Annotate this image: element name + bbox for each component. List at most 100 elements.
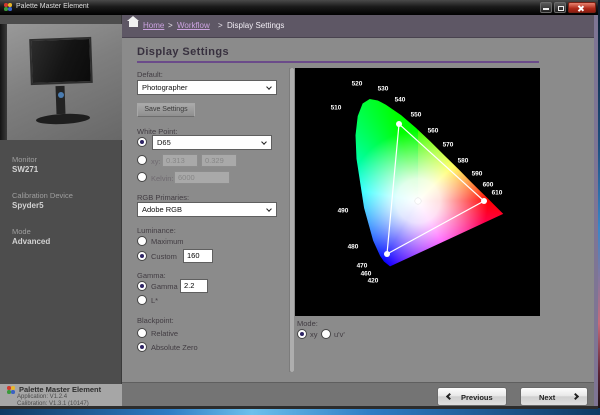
app-icon <box>4 3 12 11</box>
breadcrumb-separator: > <box>218 21 223 30</box>
chevron-down-icon <box>266 206 272 212</box>
d65-radio[interactable] <box>137 137 147 147</box>
wavelength-label: 590 <box>472 171 483 178</box>
monitor-value: SW271 <box>12 165 38 174</box>
wavelength-label: 610 <box>492 190 503 197</box>
xy-mode-label: xy <box>310 330 318 339</box>
rgb-primaries-value: Adobe RGB <box>142 205 182 214</box>
wavelength-label: 420 <box>368 278 379 285</box>
custom-label: Custom <box>151 252 177 261</box>
breadcrumb-home-link[interactable]: Home <box>143 21 164 30</box>
kelvin-value-field: 6000 <box>174 171 230 184</box>
monitor-photo <box>0 24 122 140</box>
maximize-icon <box>558 6 564 11</box>
lstar-radio[interactable] <box>137 295 147 305</box>
wavelength-label: 530 <box>378 86 389 93</box>
close-button[interactable] <box>568 2 596 13</box>
footer-bar: Previous Next <box>122 382 594 406</box>
rgb-primaries-select[interactable]: Adobe RGB <box>137 202 277 217</box>
app-logo-icon <box>7 386 15 394</box>
calibration-device-label: Calibration Device <box>12 191 73 200</box>
kelvin-radio[interactable] <box>137 172 147 182</box>
wavelength-label: 560 <box>428 128 439 135</box>
xy-radio[interactable] <box>137 155 147 165</box>
calibration-device-value: Spyder5 <box>12 201 44 210</box>
gamma-value-field[interactable]: 2.2 <box>180 279 208 293</box>
app-window: Palette Master Element Monitor SW271 Cal… <box>0 0 600 415</box>
wavelength-label: 600 <box>483 182 494 189</box>
maximum-label: Maximum <box>151 237 184 246</box>
about-calibration-version: Calibration: V1.3.1 (10147) <box>17 401 89 407</box>
xy-label: xy: <box>151 157 161 166</box>
about-panel: Palette Master Element Application: V1.2… <box>0 384 122 406</box>
blackpoint-label: Blackpoint: <box>137 316 174 325</box>
chevron-down-icon <box>266 84 272 90</box>
breadcrumb-workflow-link[interactable]: Workflow <box>177 21 210 30</box>
minimize-button[interactable] <box>540 2 552 13</box>
wavelength-label: 580 <box>458 158 469 165</box>
mode-label: Mode <box>12 227 31 236</box>
mode-value: Advanced <box>12 237 50 246</box>
uv-mode-label: u'v' <box>334 330 345 339</box>
lstar-label: L* <box>151 296 158 305</box>
x-value-field: 0.313 <box>162 154 198 167</box>
wavelength-label: 470 <box>357 263 368 270</box>
monitor-screen-graphic <box>29 37 93 85</box>
window-bottom-border <box>0 406 598 409</box>
d65-select-value: D65 <box>157 138 171 147</box>
title-bar: Palette Master Element <box>0 0 598 15</box>
previous-button-label: Previous <box>461 393 493 402</box>
home-icon[interactable] <box>129 21 138 27</box>
about-app-name: Palette Master Element <box>19 385 101 394</box>
uv-mode-radio[interactable] <box>321 329 331 339</box>
maximum-radio[interactable] <box>137 236 147 246</box>
relative-label: Relative <box>151 329 178 338</box>
breadcrumb: Home > Workflow > Display Settings <box>122 15 594 38</box>
page-title: Display Settings <box>137 46 229 58</box>
wavelength-label: 520 <box>352 81 363 88</box>
breadcrumb-current: Display Settings <box>227 21 284 30</box>
wavelength-label: 550 <box>411 112 422 119</box>
gamma-radio[interactable] <box>137 281 147 291</box>
absolute-zero-label: Absolute Zero <box>151 343 198 352</box>
custom-luminance-field[interactable]: 160 <box>183 249 213 263</box>
d65-select[interactable]: D65 <box>152 135 272 150</box>
wavelength-label: 570 <box>443 142 454 149</box>
save-settings-button[interactable]: Save Settings <box>137 103 195 117</box>
chevron-right-icon <box>572 393 579 400</box>
maximize-button[interactable] <box>554 2 566 13</box>
absolute-zero-radio[interactable] <box>137 342 147 352</box>
wavelength-label: 480 <box>348 244 359 251</box>
sidebar: Monitor SW271 Calibration Device Spyder5… <box>0 15 122 406</box>
default-label: Default: <box>137 70 163 79</box>
breadcrumb-separator: > <box>168 21 173 30</box>
next-button-label: Next <box>539 393 555 402</box>
form-scrollbar[interactable] <box>289 68 294 372</box>
scrollbar-thumb[interactable] <box>290 68 294 372</box>
wavelength-label: 460 <box>361 271 372 278</box>
relative-radio[interactable] <box>137 328 147 338</box>
xy-mode-radio[interactable] <box>297 329 307 339</box>
windows-taskbar[interactable] <box>0 408 600 415</box>
next-button[interactable]: Next <box>520 387 588 406</box>
rgb-primaries-label: RGB Primaries: <box>137 193 189 202</box>
window-title: Palette Master Element <box>16 3 89 10</box>
default-select[interactable]: Photographer <box>137 80 277 95</box>
kelvin-label: Kelvin: <box>151 174 174 183</box>
gamma-section-label: Gamma: <box>137 271 166 280</box>
custom-radio[interactable] <box>137 251 147 261</box>
monitor-label: Monitor <box>12 155 37 164</box>
gamma-radio-label: Gamma <box>151 282 178 291</box>
chromaticity-chart: 520 530 540 550 560 570 580 590 600 610 … <box>295 68 540 316</box>
luminance-label: Luminance: <box>137 226 176 235</box>
title-underline <box>137 61 539 63</box>
previous-button[interactable]: Previous <box>437 387 507 406</box>
wavelength-label: 490 <box>338 208 349 215</box>
chevron-left-icon <box>446 393 453 400</box>
window-right-border <box>594 15 598 406</box>
y-value-field: 0.329 <box>201 154 237 167</box>
wavelength-label: 540 <box>395 97 406 104</box>
chevron-down-icon <box>261 139 267 145</box>
about-application-version: Application: V1.2.4 <box>17 394 67 400</box>
main-content: Display Settings Default: Photographer S… <box>122 38 594 382</box>
